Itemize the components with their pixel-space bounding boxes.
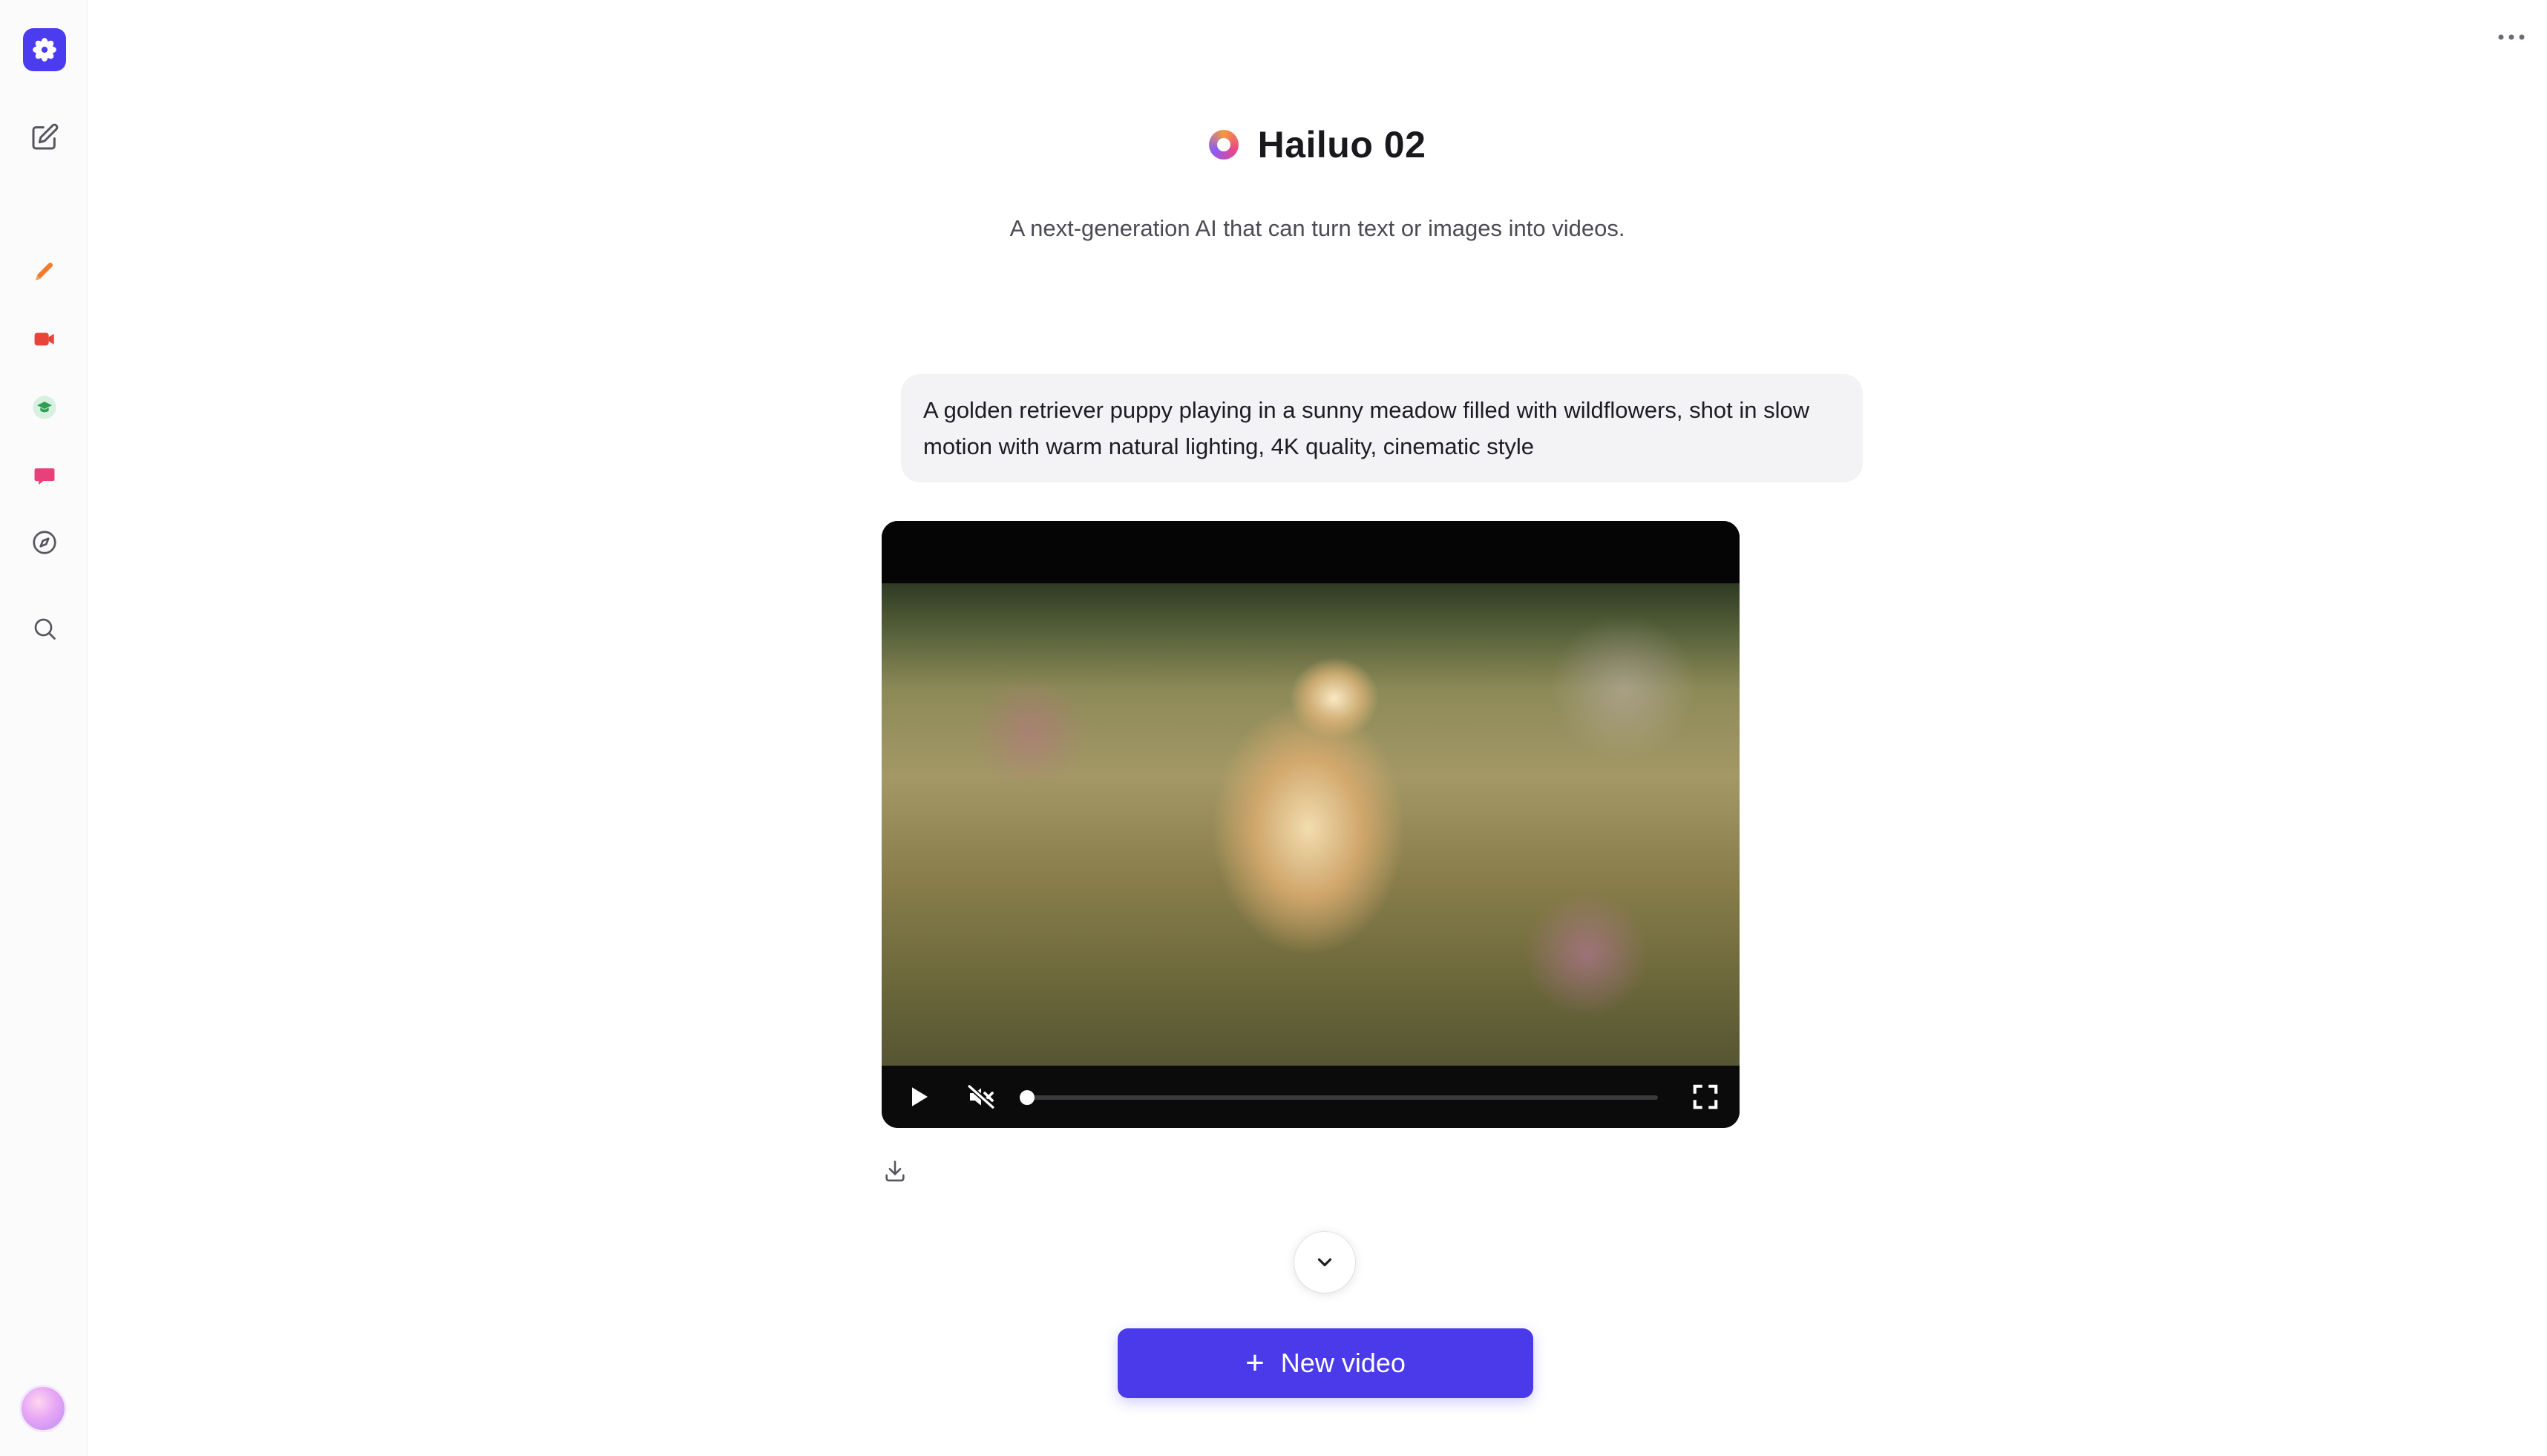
more-options-button[interactable] — [2491, 22, 2532, 52]
download-button[interactable] — [880, 1156, 910, 1186]
plus-icon: + — [1245, 1345, 1265, 1381]
hailuo-logo-icon — [1208, 130, 1239, 160]
fullscreen-icon — [1693, 1084, 1718, 1109]
pen-icon — [35, 262, 53, 281]
asterisk-flower-icon — [33, 38, 56, 62]
video-progress-bar[interactable] — [1020, 1090, 1658, 1105]
chat-bubble-icon — [34, 468, 55, 485]
compass-icon — [33, 531, 56, 554]
chevron-down-icon — [1317, 1258, 1332, 1267]
sidebar-item-chat[interactable] — [23, 454, 66, 497]
video-frame[interactable] — [882, 583, 1740, 1067]
sidebar — [0, 0, 88, 1456]
scroll-down-button[interactable] — [1294, 1232, 1355, 1293]
new-video-button[interactable]: + New video — [1118, 1328, 1533, 1398]
video-progress-handle[interactable] — [1020, 1090, 1035, 1105]
video-player[interactable] — [882, 521, 1740, 1128]
video-letterbox — [882, 521, 1740, 583]
sidebar-item-search[interactable] — [23, 607, 66, 650]
search-icon — [34, 618, 56, 640]
video-camera-icon — [34, 332, 54, 346]
play-icon — [912, 1087, 928, 1106]
download-icon — [885, 1160, 905, 1182]
new-video-label: New video — [1280, 1348, 1406, 1378]
sidebar-item-explore[interactable] — [23, 521, 66, 564]
sidebar-item-video[interactable] — [23, 318, 66, 361]
muted-speaker-icon — [967, 1083, 995, 1110]
video-controls — [882, 1066, 1740, 1128]
user-avatar[interactable] — [19, 1385, 67, 1432]
graduation-cap-icon — [33, 396, 56, 419]
user-prompt-bubble: A golden retriever puppy playing in a su… — [901, 374, 1863, 482]
app-logo[interactable] — [23, 28, 66, 71]
mute-button[interactable] — [963, 1079, 999, 1115]
page-subtitle: A next-generation AI that can turn text … — [1009, 215, 1625, 241]
app-window: Hailuo 02 A next-generation AI that can … — [0, 0, 2547, 1456]
play-button[interactable] — [901, 1079, 937, 1115]
page-title: Hailuo 02 — [1257, 124, 1426, 165]
fullscreen-button[interactable] — [1688, 1079, 1723, 1115]
sidebar-item-learn[interactable] — [23, 386, 66, 429]
bot-header: Hailuo 02 — [0, 123, 2547, 166]
more-horizontal-icon — [2498, 34, 2525, 40]
sidebar-item-draw[interactable] — [23, 249, 66, 292]
